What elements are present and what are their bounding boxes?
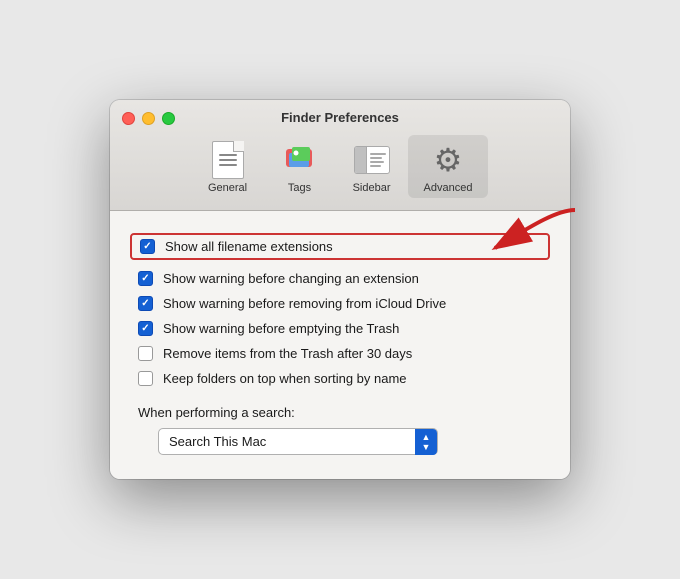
select-arrows-icon: ▲ ▼ — [415, 429, 437, 455]
tab-tags[interactable]: Tags — [264, 135, 336, 198]
label-show-warning-trash: Show warning before emptying the Trash — [163, 321, 399, 336]
minimize-button[interactable] — [142, 112, 155, 125]
checkbox-show-warning-extension[interactable] — [138, 271, 153, 286]
window-title: Finder Preferences — [281, 110, 399, 125]
tags-icon — [281, 141, 319, 179]
tab-advanced[interactable]: ⚙ Advanced — [408, 135, 489, 198]
checkbox-row-show-warning-icloud: Show warning before removing from iCloud… — [138, 291, 542, 316]
label-remove-trash: Remove items from the Trash after 30 day… — [163, 346, 412, 361]
checkbox-row-show-extensions: Show all filename extensions — [130, 233, 550, 260]
search-select[interactable]: Search This Mac ▲ ▼ — [158, 428, 438, 455]
checkbox-show-warning-trash[interactable] — [138, 321, 153, 336]
tab-general-label: General — [208, 182, 247, 194]
checkbox-row-keep-folders: Keep folders on top when sorting by name — [138, 366, 542, 391]
checkbox-row-show-warning-trash: Show warning before emptying the Trash — [138, 316, 542, 341]
tab-sidebar[interactable]: Sidebar — [336, 135, 408, 198]
sidebar-icon — [353, 141, 391, 179]
traffic-lights — [122, 112, 175, 125]
checkbox-show-warning-icloud[interactable] — [138, 296, 153, 311]
title-bar: Finder Preferences General — [110, 100, 570, 211]
label-show-extensions: Show all filename extensions — [165, 239, 333, 254]
tab-sidebar-label: Sidebar — [353, 182, 391, 194]
tab-advanced-label: Advanced — [424, 182, 473, 194]
label-keep-folders: Keep folders on top when sorting by name — [163, 371, 407, 386]
finder-preferences-window: Finder Preferences General — [110, 100, 570, 479]
advanced-icon: ⚙ — [429, 141, 467, 179]
checkbox-remove-trash[interactable] — [138, 346, 153, 361]
toolbar: General Tags — [192, 135, 489, 202]
checkbox-show-extensions[interactable] — [140, 239, 155, 254]
content-area: Show all filename extensions Show warnin… — [110, 211, 570, 479]
checkbox-row-show-warning-extension: Show warning before changing an extensio… — [138, 266, 542, 291]
label-show-warning-extension: Show warning before changing an extensio… — [163, 271, 419, 286]
close-button[interactable] — [122, 112, 135, 125]
search-select-value: Search This Mac — [169, 434, 427, 449]
tab-tags-label: Tags — [288, 182, 311, 194]
maximize-button[interactable] — [162, 112, 175, 125]
checkbox-row-remove-trash: Remove items from the Trash after 30 day… — [138, 341, 542, 366]
checkbox-keep-folders[interactable] — [138, 371, 153, 386]
label-show-warning-icloud: Show warning before removing from iCloud… — [163, 296, 446, 311]
tab-general[interactable]: General — [192, 135, 264, 198]
search-section-label: When performing a search: — [138, 405, 542, 420]
general-icon — [209, 141, 247, 179]
